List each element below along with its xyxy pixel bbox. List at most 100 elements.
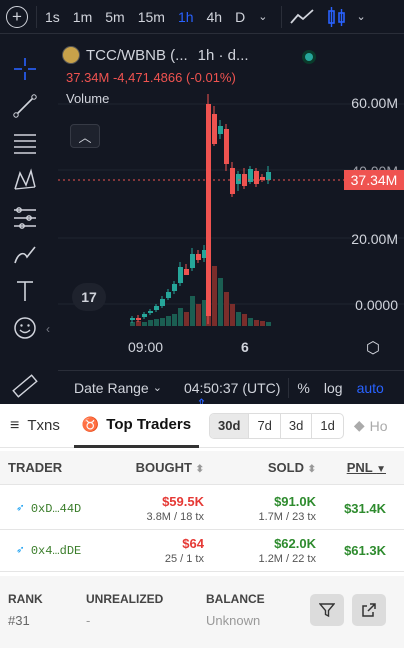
trend-line-icon[interactable] [8, 91, 42, 121]
toolbar-collapse-icon[interactable]: ‹ [46, 322, 50, 336]
symbol-label[interactable]: TCC/WBNB (... [86, 47, 188, 64]
volume-bar [190, 296, 195, 326]
date-range-button[interactable]: Date Range [74, 380, 149, 396]
sold-sub: 1.7M / 23 tx [258, 511, 316, 523]
candle-body [154, 306, 159, 310]
period-1d[interactable]: 1d [312, 414, 342, 438]
volume-bar [142, 322, 147, 326]
auto-toggle[interactable]: auto [357, 380, 384, 396]
timeframe-4h[interactable]: 4h [207, 9, 223, 25]
add-plus-icon[interactable]: + [6, 5, 28, 28]
candle-body [130, 318, 135, 320]
tab-holders[interactable]: ◆ Ho [354, 417, 388, 434]
candles-icon[interactable] [326, 6, 348, 28]
fib-lines-icon[interactable] [8, 128, 42, 158]
candle-body [136, 318, 141, 320]
candle-body [142, 314, 147, 317]
filter-icon [319, 603, 335, 618]
balance-value: Unknown [206, 613, 261, 628]
volume-bar [266, 322, 271, 326]
timeframe-1m[interactable]: 1m [73, 9, 92, 25]
pnl-value: $31.4K [344, 501, 386, 516]
timeframe-1h[interactable]: 1h [178, 9, 194, 25]
header-bought[interactable]: BOUGHT ⬍ [110, 460, 208, 475]
tab-txns[interactable]: ≡ Txns [0, 404, 68, 448]
timeframe-1s[interactable]: 1s [45, 9, 60, 25]
diamond-icon: ◆ [353, 417, 365, 433]
x-tick-label: 6 [241, 339, 249, 355]
line-chart-icon[interactable] [290, 8, 315, 26]
header-pnl-label: PNL [346, 460, 373, 475]
bought-sub: 3.8M / 18 tx [146, 511, 204, 523]
volume-bar [248, 318, 253, 326]
projection-icon[interactable] [8, 202, 42, 232]
candle-body [148, 311, 153, 313]
tab-top-traders[interactable]: ♉ Top Traders [73, 404, 200, 448]
brush-icon[interactable] [8, 239, 42, 269]
rank-value: #31 [8, 613, 30, 628]
sold-sub: 1.2M / 22 tx [258, 553, 316, 565]
volume-bar [218, 278, 223, 326]
settings-gear-icon[interactable]: ⬡ [366, 338, 380, 358]
candle-body [236, 174, 241, 184]
tab-holders-label: Ho [369, 417, 388, 434]
timeframe-D[interactable]: D [235, 9, 245, 25]
trader-address[interactable]: 0x4…dDE [31, 544, 81, 558]
chart-type-dropdown-icon[interactable]: ⌄ [356, 10, 365, 23]
sold-usd: $91.0K [274, 494, 316, 509]
volume-bar [236, 312, 241, 326]
open-external-button[interactable] [352, 594, 386, 626]
tradingview-logo[interactable]: 17 [72, 283, 106, 311]
volume-bar [254, 320, 259, 326]
volume-bar [148, 320, 153, 326]
sold-usd: $62.0K [274, 536, 316, 551]
ruler-icon[interactable] [8, 371, 42, 401]
header-sold[interactable]: SOLD ⬍ [208, 460, 320, 475]
volume-bar [154, 319, 159, 326]
candle-body [160, 299, 165, 306]
pattern-icon[interactable] [8, 165, 42, 195]
text-tool-icon[interactable] [8, 276, 42, 306]
trophy-icon: ♉ [81, 415, 100, 432]
traders-panel: ≡ Txns ♉ Top Traders 30d 7d 3d 1d ◆ Ho T… [0, 404, 404, 648]
filter-button[interactable] [310, 594, 344, 626]
candle-body [178, 267, 183, 283]
volume-bar [178, 308, 183, 326]
crosshair-icon[interactable] [8, 54, 42, 84]
emoji-icon[interactable] [8, 313, 42, 343]
y-tick-label: 60.00M [351, 95, 398, 111]
period-30d[interactable]: 30d [210, 413, 250, 438]
percent-toggle[interactable]: % [297, 380, 309, 396]
bird-icon: ➶ [16, 543, 24, 558]
volume-bar [172, 314, 177, 326]
utc-clock[interactable]: 04:50:37 (UTC) [184, 380, 280, 396]
table-row[interactable]: ➶ 0xD…44D $59.5K 3.8M / 18 tx $91.0K 1.7M /… [0, 488, 404, 530]
header-pnl[interactable]: PNL ▼ [320, 460, 396, 475]
token-avatar [62, 46, 80, 64]
sort-icon: ⬍ [195, 464, 204, 475]
candle-body [184, 269, 189, 275]
trader-address[interactable]: 0xD…44D [31, 502, 81, 516]
timeframe-5m[interactable]: 5m [105, 9, 124, 25]
bought-usd: $64 [182, 536, 204, 551]
table-row[interactable]: ➶ 0x4…dDE $64 25 / 1 tx $62.0K 1.2M / 22 tx… [0, 530, 404, 572]
candle-body [212, 114, 217, 144]
timeframe-toolbar: + 1s 1m 5m 15m 1h 4h D ⌄ ⌄ [0, 0, 404, 34]
table-header: TRADER BOUGHT ⬍ SOLD ⬍ PNL ▼ [0, 451, 404, 485]
log-toggle[interactable]: log [324, 380, 343, 396]
volume-bar [242, 314, 247, 326]
volume-bar [260, 321, 265, 326]
volume-bar [230, 304, 235, 326]
period-7d[interactable]: 7d [249, 413, 281, 438]
date-range-dropdown-icon[interactable]: ⌄ [153, 381, 162, 394]
timeframe-15m[interactable]: 15m [138, 9, 165, 25]
rank-label: RANK [8, 592, 43, 606]
collapse-legend-button[interactable]: ︿ [70, 124, 100, 148]
candle-body [254, 171, 259, 184]
external-link-icon [362, 603, 376, 617]
timeframe-dropdown-icon[interactable]: ⌄ [258, 10, 267, 23]
balance-label: BALANCE [206, 592, 265, 606]
period-3d[interactable]: 3d [281, 413, 313, 438]
traders-tabs: ≡ Txns ♉ Top Traders 30d 7d 3d 1d ◆ Ho [0, 404, 404, 448]
trader-detail: RANK #31 UNREALIZED - BALANCE Unknown [0, 576, 404, 648]
